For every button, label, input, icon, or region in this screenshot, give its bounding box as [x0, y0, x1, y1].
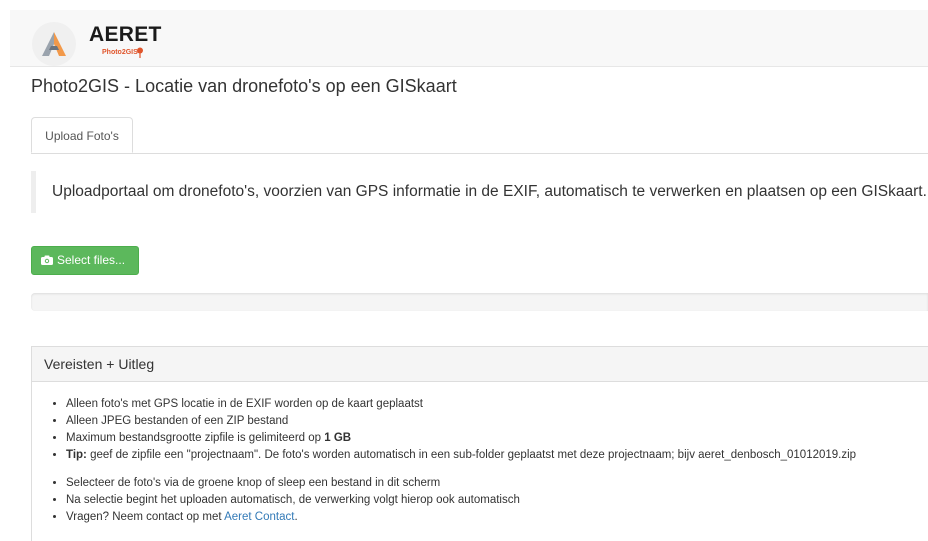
tip-label: Tip:: [66, 449, 87, 461]
list-item: Vragen? Neem contact op met Aeret Contac…: [66, 509, 520, 526]
list-item-text: Maximum bestandsgrootte zipfile is gelim…: [66, 432, 325, 444]
list-item: Alleen JPEG bestanden of een ZIP bestand: [66, 413, 856, 430]
location-pin-icon: [137, 47, 143, 58]
brand-name: AERET: [89, 23, 162, 46]
select-files-button[interactable]: Select files...: [31, 246, 139, 275]
list-item: Selecteer de foto's via de groene knop o…: [66, 475, 520, 492]
intro-text: Uploadportaal om dronefoto's, voorzien v…: [31, 171, 928, 213]
panel-heading: Vereisten + Uitleg: [32, 347, 928, 382]
list-item-text: geef de zipfile een "projectnaam". De fo…: [86, 449, 857, 461]
list-item: Maximum bestandsgrootte zipfile is gelim…: [66, 430, 856, 447]
list-item: Alleen foto's met GPS locatie in de EXIF…: [66, 396, 856, 413]
brand-logo[interactable]: [32, 22, 76, 66]
requirements-panel: Vereisten + Uitleg Alleen foto's met GPS…: [31, 346, 928, 541]
list-item: Na selectie begint het uploaden automati…: [66, 492, 520, 509]
page-title: Photo2GIS - Locatie van dronefoto's op e…: [31, 76, 457, 96]
contact-link[interactable]: Aeret Contact: [224, 511, 294, 523]
navbar: AERET Photo2GIS: [10, 10, 928, 67]
instructions-list: Selecteer de foto's via de groene knop o…: [32, 475, 520, 526]
select-files-label: Select files...: [57, 253, 126, 267]
tab-bar: Upload Foto's: [31, 117, 928, 154]
list-item-text: Vragen? Neem contact op met: [66, 511, 225, 523]
brand-subtitle: Photo2GIS: [102, 49, 138, 56]
aeret-logo-icon: [42, 32, 66, 56]
list-item-text: .: [294, 511, 298, 523]
list-item: Tip: geef de zipfile een "projectnaam". …: [66, 447, 856, 464]
camera-icon: [41, 255, 53, 265]
size-limit-value: 1 GB: [324, 432, 352, 444]
tab-upload-photos[interactable]: Upload Foto's: [31, 117, 133, 153]
upload-progress-bar: [31, 293, 928, 311]
requirements-list: Alleen foto's met GPS locatie in de EXIF…: [32, 396, 856, 464]
